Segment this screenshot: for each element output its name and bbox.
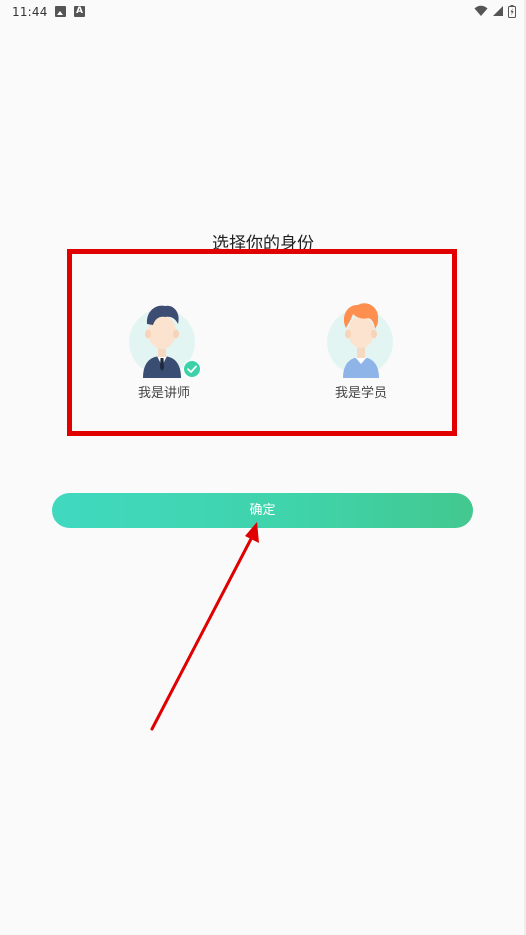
annotation-arrow [150,522,259,731]
wifi-icon [474,5,488,16]
role-label-teacher: 我是讲师 [137,386,190,401]
check-badge-icon [183,360,201,378]
status-time: 11:44 [12,5,48,19]
image-icon [55,6,66,17]
signal-icon [493,6,503,16]
a-icon: A [74,6,85,17]
confirm-button[interactable]: 确定 [52,493,473,528]
status-bar: 11:44 A [0,0,526,24]
screen: 11:44 A 选择你的身份 我是讲师 我是学员 确定 [0,0,526,935]
role-option-teacher[interactable]: 我是讲师 [104,294,224,401]
role-option-student[interactable]: 我是学员 [301,294,421,401]
role-label-student: 我是学员 [334,386,387,401]
battery-icon [508,4,516,18]
student-avatar-icon [326,294,396,380]
status-right-icons [474,4,516,18]
teacher-avatar-icon [129,294,201,380]
